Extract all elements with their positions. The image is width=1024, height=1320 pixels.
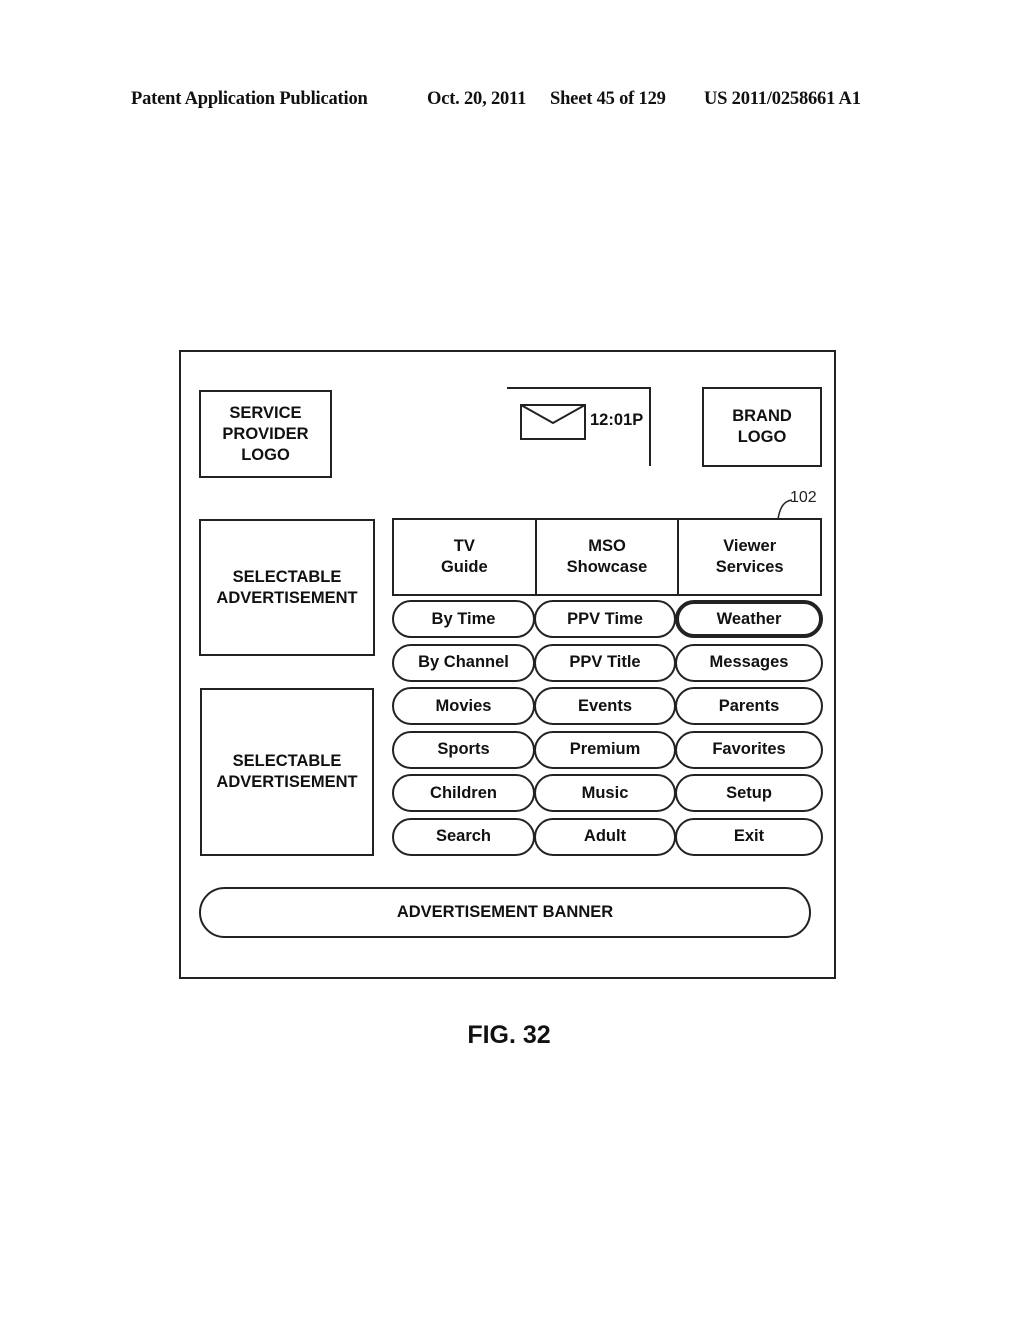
sheet-number: Sheet 45 of 129	[550, 89, 666, 109]
selectable-advertisement-1[interactable]: SELECTABLE ADVERTISEMENT	[199, 519, 375, 656]
brand-logo-text: BRAND LOGO	[732, 407, 792, 446]
menu-button-messages[interactable]: Messages	[675, 643, 823, 682]
menu-button-children[interactable]: Children	[392, 774, 535, 813]
menu-button-ppv-title[interactable]: PPV Title	[534, 643, 676, 682]
tab-tv-guide[interactable]: TV Guide	[394, 520, 537, 594]
patent-number: US 2011/0258661 A1	[704, 89, 861, 109]
menu-button-music[interactable]: Music	[534, 774, 676, 813]
tab-label: MSO Showcase	[566, 537, 648, 576]
menu-button-setup[interactable]: Setup	[675, 774, 823, 813]
brand-logo: BRAND LOGO	[702, 387, 822, 467]
selectable-advertisement-2[interactable]: SELECTABLE ADVERTISEMENT	[200, 688, 374, 856]
ad-label: SELECTABLE ADVERTISEMENT	[216, 752, 358, 791]
ad-label: SELECTABLE ADVERTISEMENT	[216, 567, 358, 607]
menu-button-ppv-time[interactable]: PPV Time	[534, 600, 676, 638]
service-provider-logo-text: SERVICE PROVIDER LOGO	[222, 403, 309, 464]
menu-button-by-time[interactable]: By Time	[392, 600, 535, 638]
menu-button-grid: By Time PPV Time Weather By Channel PPV …	[392, 600, 823, 856]
publication-date: Oct. 20, 2011	[427, 89, 527, 109]
menu-button-search[interactable]: Search	[392, 817, 535, 856]
menu-tabs: TV Guide MSO Showcase Viewer Services	[392, 518, 822, 596]
service-provider-logo: SERVICE PROVIDER LOGO	[199, 390, 332, 478]
envelope-icon[interactable]	[520, 404, 586, 440]
tab-label: Viewer Services	[715, 537, 784, 576]
clock-time: 12:01P	[590, 411, 644, 429]
menu-button-parents[interactable]: Parents	[675, 687, 823, 726]
figure-label: FIG. 32	[467, 1021, 551, 1049]
tab-mso-showcase[interactable]: MSO Showcase	[537, 520, 680, 594]
menu-button-favorites[interactable]: Favorites	[675, 730, 823, 769]
publication-label: Patent Application Publication	[131, 89, 368, 109]
tab-viewer-services[interactable]: Viewer Services	[679, 520, 820, 594]
menu-button-movies[interactable]: Movies	[392, 687, 535, 726]
menu-button-adult[interactable]: Adult	[534, 817, 676, 856]
menu-button-sports[interactable]: Sports	[392, 730, 535, 769]
menu-button-events[interactable]: Events	[534, 687, 676, 726]
advertisement-banner[interactable]: ADVERTISEMENT BANNER	[199, 887, 811, 938]
menu-button-premium[interactable]: Premium	[534, 730, 676, 769]
menu-button-exit[interactable]: Exit	[675, 817, 823, 856]
menu-button-weather[interactable]: Weather	[675, 600, 823, 638]
banner-label: ADVERTISEMENT BANNER	[396, 903, 614, 921]
reference-numeral: 102	[790, 489, 817, 506]
menu-button-by-channel[interactable]: By Channel	[392, 643, 535, 682]
tab-label: TV Guide	[440, 537, 488, 576]
